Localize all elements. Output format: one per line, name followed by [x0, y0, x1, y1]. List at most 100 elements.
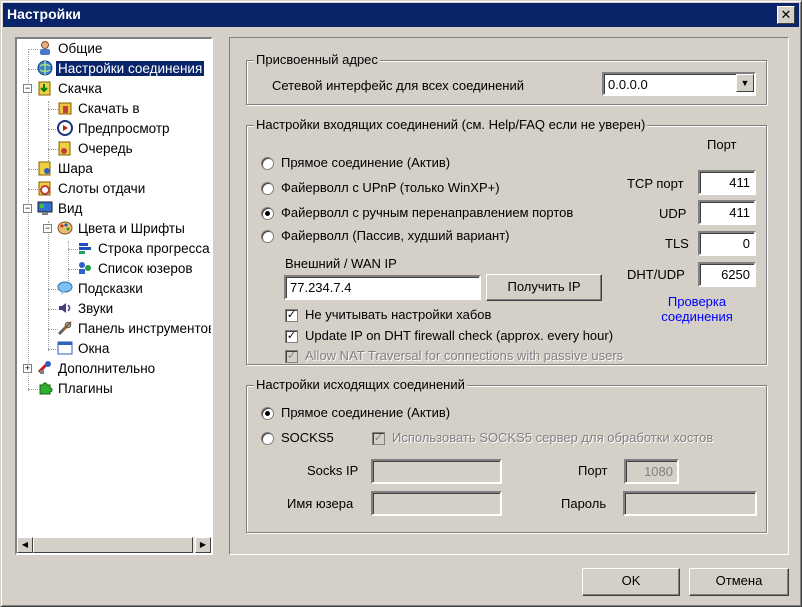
tls-port-input[interactable]: 0 [698, 231, 756, 256]
socks-port-label: Порт [578, 463, 608, 478]
update-ip-dht-checkbox[interactable]: ✓ [285, 330, 298, 343]
tree-item-download-to[interactable]: Скачать в [57, 100, 142, 119]
checkbox-label: Использовать SOCKS5 сервер для обработки… [392, 430, 714, 445]
dht-port-input[interactable]: 6250 [698, 262, 756, 287]
advanced-icon [37, 360, 53, 376]
password-label: Пароль [561, 496, 607, 511]
tree-item-progress-bar[interactable]: Строка прогресса [77, 240, 211, 259]
tree-item-share[interactable]: Шара [37, 160, 95, 179]
tooltip-icon [57, 280, 73, 296]
assigned-address-group: Присвоенный адрес Сетевой интерфейс для … [246, 52, 767, 105]
get-ip-button[interactable]: Получить IP [486, 274, 602, 301]
user-icon [37, 40, 53, 56]
palette-icon [57, 220, 73, 236]
radio-direct-outgoing[interactable] [261, 407, 274, 420]
group-title: Настройки входящих соединений (см. Help/… [254, 117, 648, 132]
interface-select[interactable]: 0.0.0.0 ▼ [602, 72, 756, 96]
tree-item-preview[interactable]: Предпросмотр [57, 120, 172, 139]
radio-direct[interactable] [261, 157, 274, 170]
dht-port-label: DHT/UDP [627, 267, 685, 282]
tree-item-colors-fonts[interactable]: Цвета и Шрифты [57, 220, 187, 239]
tree-horizontal-scrollbar[interactable]: ◀ ▶ [17, 537, 211, 553]
globe-icon [37, 60, 53, 76]
tree-item-download[interactable]: Скачка [37, 80, 104, 99]
option-label[interactable]: Файерволл (Пассив, худший вариант) [281, 228, 510, 243]
port-header: Порт [707, 137, 737, 152]
scroll-thumb[interactable] [33, 537, 193, 553]
username-input[interactable] [371, 491, 502, 516]
tls-port-label: TLS [665, 236, 689, 251]
download-icon [37, 80, 53, 96]
cancel-button[interactable]: Отмена [689, 568, 789, 596]
tree-item-view[interactable]: Вид [37, 200, 84, 219]
outgoing-group: Настройки исходящих соединений Прямое со… [246, 377, 767, 533]
puzzle-icon [37, 380, 53, 396]
close-button[interactable]: ✕ [777, 6, 795, 24]
tree-item-general[interactable]: Общие [37, 40, 104, 59]
tree-item-toolbar[interactable]: Панель инструментов [57, 320, 211, 339]
group-title: Присвоенный адрес [254, 52, 380, 67]
tcp-port-input[interactable]: 411 [698, 170, 756, 195]
ok-button[interactable]: OK [582, 568, 680, 596]
scroll-right-icon[interactable]: ▶ [195, 537, 211, 553]
queue-icon [57, 140, 73, 156]
radio-manual-forward[interactable] [261, 207, 274, 220]
tree-item-connection[interactable]: Настройки соединения [37, 60, 205, 79]
tree-item-windows[interactable]: Окна [57, 340, 111, 359]
username-label: Имя юзера [287, 496, 354, 511]
tree-item-sounds[interactable]: Звуки [57, 300, 115, 319]
window-icon [57, 340, 73, 356]
tree-item-queue[interactable]: Очередь [57, 140, 135, 159]
udp-port-input[interactable]: 411 [698, 200, 756, 225]
upload-icon [37, 180, 53, 196]
radio-passive[interactable] [261, 230, 274, 243]
checkbox-label[interactable]: Не учитывать настройки хабов [305, 307, 491, 322]
ignore-hub-settings-checkbox[interactable]: ✓ [285, 309, 298, 322]
radio-socks5[interactable] [261, 432, 274, 445]
users-icon [77, 260, 93, 276]
collapse-icon[interactable]: − [43, 224, 52, 233]
socks-hosts-checkbox[interactable]: ✓ [372, 432, 385, 445]
tree-item-plugins[interactable]: Плагины [37, 380, 115, 399]
group-title: Настройки исходящих соединений [254, 377, 467, 392]
tools-icon [57, 320, 73, 336]
nat-traversal-checkbox[interactable]: ✓ [285, 350, 298, 363]
password-input[interactable] [623, 491, 757, 516]
settings-window: Настройки ✕ − − − + Общие Настройки соед [0, 0, 802, 607]
collapse-icon[interactable]: − [23, 204, 32, 213]
title-bar: Настройки ✕ [3, 3, 799, 27]
folder-icon [57, 100, 73, 116]
chevron-down-icon[interactable]: ▼ [736, 74, 754, 92]
settings-tree[interactable]: − − − + Общие Настройки соединения Скачк… [15, 37, 213, 555]
window-title: Настройки [7, 6, 81, 22]
tree-item-tooltips[interactable]: Подсказки [57, 280, 145, 299]
option-label[interactable]: Файерволл с ручным перенаправлением порт… [281, 205, 573, 220]
scroll-left-icon[interactable]: ◀ [17, 537, 33, 553]
interface-label: Сетевой интерфейс для всех соединений [272, 78, 525, 93]
option-label[interactable]: SOCKS5 [281, 430, 334, 445]
play-icon [57, 120, 73, 136]
option-label[interactable]: Файерволл с UPnP (только WinXP+) [281, 180, 500, 195]
tree-item-upload-slots[interactable]: Слоты отдачи [37, 180, 147, 199]
socks-port-input[interactable]: 1080 [624, 459, 679, 484]
expand-icon[interactable]: + [23, 364, 32, 373]
check-connection-link[interactable]: Проверка соединения [652, 294, 742, 324]
monitor-icon [37, 200, 53, 216]
option-label[interactable]: Прямое соединение (Актив) [281, 155, 450, 170]
progress-bar-icon [77, 240, 93, 256]
udp-port-label: UDP [659, 206, 687, 221]
incoming-group: Настройки входящих соединений (см. Help/… [246, 117, 767, 365]
checkbox-label[interactable]: Update IP on DHT firewall check (approx.… [305, 328, 613, 343]
option-label[interactable]: Прямое соединение (Актив) [281, 405, 450, 420]
tcp-port-label: TCP порт [627, 176, 684, 191]
wan-ip-input[interactable]: 77.234.7.4 [284, 275, 481, 300]
checkbox-label: Allow NAT Traversal for connections with… [305, 348, 624, 363]
collapse-icon[interactable]: − [23, 84, 32, 93]
socks-ip-input[interactable] [371, 459, 502, 484]
tree-item-user-list[interactable]: Список юзеров [77, 260, 195, 279]
radio-upnp[interactable] [261, 182, 274, 195]
settings-panel: Присвоенный адрес Сетевой интерфейс для … [229, 37, 789, 555]
socks-ip-label: Socks IP [307, 463, 359, 478]
tree-item-advanced[interactable]: Дополнительно [37, 360, 157, 379]
wan-ip-label: Внешний / WAN IP [285, 256, 397, 271]
